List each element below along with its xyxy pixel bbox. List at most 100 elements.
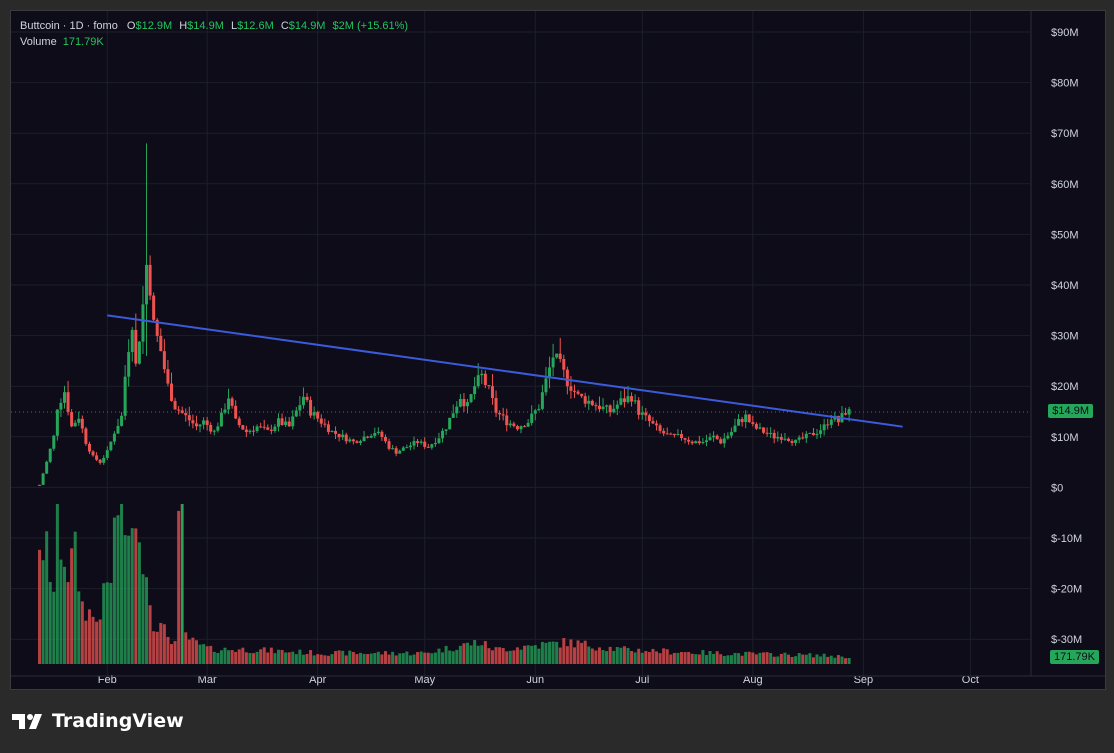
y-tick-label: $90M bbox=[1051, 27, 1079, 39]
candle-body bbox=[747, 414, 751, 423]
volume-bar bbox=[112, 517, 116, 664]
candle-body bbox=[52, 435, 56, 449]
candle-body bbox=[565, 369, 569, 387]
candle-body bbox=[116, 425, 120, 434]
volume-bar bbox=[219, 650, 223, 664]
candle-body bbox=[227, 398, 231, 410]
candle-body bbox=[733, 425, 737, 432]
candle-body bbox=[401, 447, 405, 451]
volume-bar bbox=[676, 652, 680, 664]
volume-bar bbox=[241, 647, 245, 664]
volume-bar bbox=[662, 648, 666, 664]
volume-bar bbox=[430, 653, 434, 664]
volume-bar bbox=[498, 647, 502, 664]
volume-bar bbox=[48, 581, 52, 664]
y-tick-label: $30M bbox=[1051, 331, 1079, 343]
volume-bar bbox=[683, 652, 687, 664]
volume-bar bbox=[572, 647, 576, 664]
candle-body bbox=[148, 264, 152, 296]
y-tick-label: $-30M bbox=[1051, 634, 1082, 646]
candle-body bbox=[804, 433, 808, 439]
candle-body bbox=[719, 439, 723, 444]
chart-canvas[interactable]: $90M $80M $70M $60M $50M $40M $30M $20M $10M $0 $-… bbox=[11, 11, 1105, 689]
volume-bar bbox=[637, 648, 641, 664]
tradingview-brand[interactable]: TradingView bbox=[12, 706, 184, 736]
candle-body bbox=[558, 353, 562, 360]
close-value: $14.9M bbox=[288, 20, 326, 32]
volume-bar bbox=[38, 549, 42, 664]
candle-body bbox=[819, 430, 823, 434]
volume-bar bbox=[162, 624, 166, 664]
candle-body bbox=[498, 412, 502, 415]
volume-bar bbox=[326, 655, 330, 664]
candle-body bbox=[405, 447, 409, 449]
volume-bar bbox=[291, 651, 295, 664]
volume-bar bbox=[141, 574, 145, 664]
volume-bar bbox=[679, 652, 683, 664]
volume-bar bbox=[412, 654, 416, 664]
volume-bar bbox=[815, 654, 819, 664]
candle-body bbox=[120, 415, 124, 426]
candle-body bbox=[583, 396, 587, 404]
candle-body bbox=[45, 461, 49, 474]
volume-bar bbox=[294, 654, 298, 664]
candle-body bbox=[426, 446, 430, 448]
volume-bar bbox=[276, 649, 280, 664]
candle-body bbox=[683, 438, 687, 440]
candle-body bbox=[241, 425, 245, 430]
candle-body bbox=[330, 430, 334, 432]
volume-bar bbox=[70, 548, 74, 664]
volume-bar bbox=[209, 645, 213, 664]
candle-body bbox=[237, 418, 241, 426]
candle-body bbox=[48, 448, 52, 462]
trendline bbox=[107, 314, 903, 428]
volume-bar bbox=[120, 504, 124, 664]
candle-body bbox=[597, 405, 601, 410]
candle-body bbox=[84, 428, 88, 444]
volume-bar bbox=[826, 656, 830, 664]
volume-bar bbox=[744, 651, 748, 664]
volume-bar bbox=[769, 653, 773, 664]
candle-body bbox=[216, 426, 220, 431]
volume-bar bbox=[344, 655, 348, 664]
candle-body bbox=[248, 430, 252, 433]
volume-bar bbox=[59, 559, 63, 664]
volume-bar bbox=[230, 650, 234, 664]
candle-body bbox=[815, 433, 819, 436]
candle-body bbox=[769, 432, 773, 434]
candle-body bbox=[590, 400, 594, 406]
volume-bar bbox=[184, 632, 188, 664]
candle-body bbox=[740, 419, 744, 423]
volume-bar bbox=[405, 651, 409, 664]
volume-bar bbox=[426, 652, 430, 664]
volume-bar bbox=[847, 657, 851, 664]
volume-bar bbox=[355, 654, 359, 664]
volume-bar bbox=[633, 652, 637, 664]
candle-body bbox=[334, 430, 338, 434]
volume-bar bbox=[462, 643, 466, 664]
candle-body bbox=[244, 429, 248, 433]
candle-body bbox=[380, 431, 384, 438]
candle-body bbox=[252, 430, 256, 432]
volume-bar bbox=[166, 636, 170, 664]
volume-bar bbox=[840, 656, 844, 664]
candle-body bbox=[669, 433, 673, 435]
candle-body bbox=[341, 434, 345, 438]
candle-body bbox=[319, 418, 323, 424]
candle-body bbox=[765, 432, 769, 434]
candle-body bbox=[826, 424, 830, 426]
candle-body bbox=[105, 450, 109, 458]
candle-body bbox=[298, 405, 302, 411]
candle-body bbox=[487, 385, 491, 387]
last-volume-tag: 171.79K bbox=[1050, 650, 1099, 664]
volume-bar bbox=[416, 652, 420, 664]
volume-bar bbox=[515, 647, 519, 664]
candle-body bbox=[676, 434, 680, 436]
volume-bar bbox=[505, 651, 509, 664]
candle-body bbox=[715, 435, 719, 440]
candle-body bbox=[737, 419, 741, 426]
candle-body bbox=[729, 431, 733, 436]
volume-bar bbox=[544, 642, 548, 664]
volume-bar bbox=[41, 560, 45, 664]
volume-bar bbox=[794, 656, 798, 664]
